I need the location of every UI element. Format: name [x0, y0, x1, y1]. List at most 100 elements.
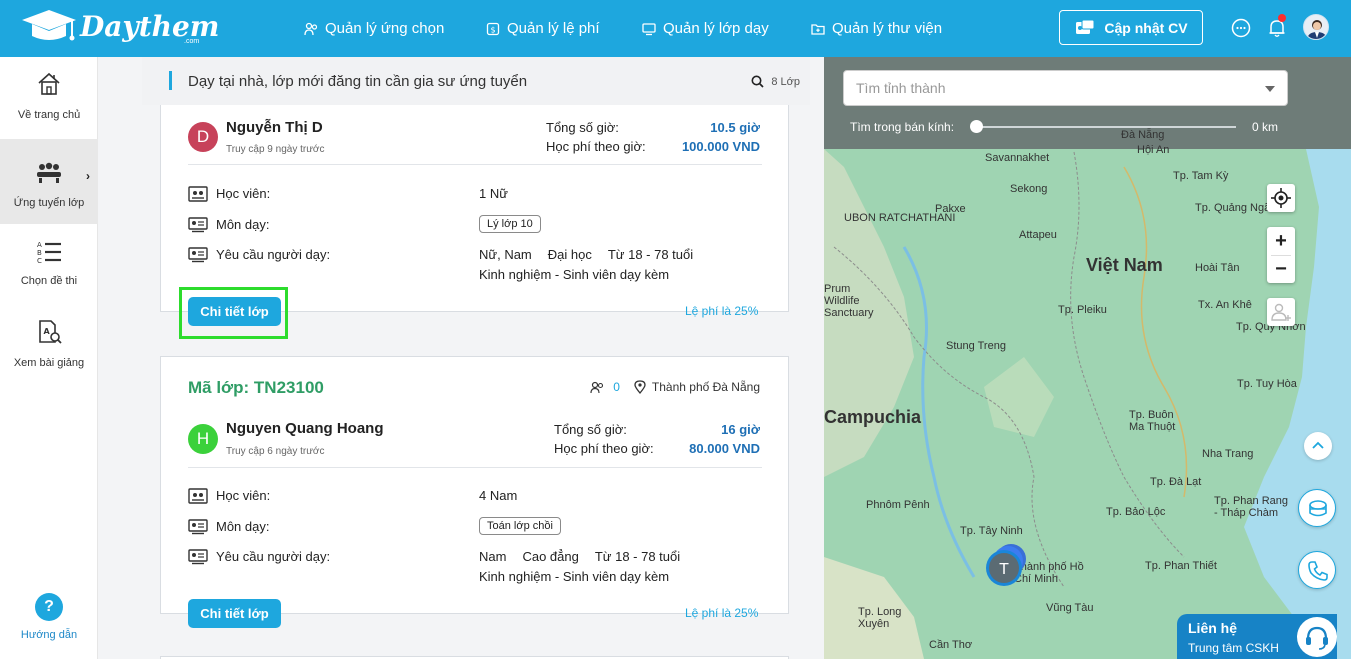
sidebar-item-apply-class[interactable]: › Ứng tuyển lớp	[0, 139, 98, 224]
subject-tag: Toán lớp chồi	[479, 517, 561, 535]
map-place: Tp. Tam Kỳ	[1173, 170, 1229, 182]
map-place: Tp. Tuy Hòa	[1237, 378, 1297, 390]
update-cv-button[interactable]: Cập nhật CV	[1059, 10, 1203, 45]
student-value: 4 Nam	[479, 488, 518, 503]
req-level: Đại học	[547, 247, 592, 262]
req-gender: Nam	[479, 549, 507, 564]
user-avatar[interactable]	[1303, 14, 1329, 40]
svg-text:$: $	[490, 25, 495, 34]
map-place: Tp. Tây Ninh	[960, 525, 1023, 537]
map-marker[interactable]: T	[984, 542, 1028, 592]
sidebar-label: Xem bài giảng	[13, 357, 85, 369]
subject-tag: Lý lớp 10	[479, 215, 541, 233]
monitor-icon	[642, 22, 656, 35]
map-place: Sekong	[1010, 183, 1048, 195]
sidebar-label: Ứng tuyển lớp	[13, 197, 85, 209]
nav-label: Quản lý lớp dạy	[663, 20, 769, 37]
map-place: Đà Nẵng	[1121, 129, 1165, 141]
map-place-country: Việt Nam	[1086, 255, 1163, 275]
map-panel[interactable]: Tìm tỉnh thành Tìm trong bán kính: 0 km …	[824, 57, 1351, 659]
class-count[interactable]: 8 Lớp	[751, 75, 800, 88]
map-place: Hội An	[1137, 144, 1170, 156]
student-icon	[188, 488, 208, 504]
phone-float-button[interactable]	[1298, 551, 1336, 589]
fee-note: Lệ phí là 25%	[685, 304, 759, 318]
sidebar-item-lectures[interactable]: A Xem bài giảng	[0, 319, 98, 389]
nav-item-fees[interactable]: $ Quản lý lệ phí	[486, 0, 600, 57]
abc-list-icon: ABC	[37, 241, 61, 265]
class-card: D Nguyễn Thị D Truy cập 9 ngày trước Tổn…	[160, 77, 789, 326]
teacher-avatar: H	[188, 424, 218, 454]
fee-per-hour-label: Học phí theo giờ:	[546, 139, 646, 154]
contact-widget[interactable]: Liên hệ Trung tâm CSKH	[1177, 614, 1337, 659]
last-access: Truy cập 9 ngày trước	[226, 144, 325, 155]
map-place: Tp. Bảo Lộc	[1106, 506, 1166, 518]
map-place: Nha Trang	[1202, 448, 1254, 460]
req-age: Từ 18 - 78 tuổi	[607, 247, 694, 262]
map-place: Phnôm Pênh	[866, 499, 930, 511]
teacher-name: Nguyen Quang Hoang	[226, 420, 384, 437]
radius-value: 0 km	[1252, 120, 1279, 134]
list-header: Dạy tại nhà, lớp mới đăng tin cần gia sư…	[142, 57, 810, 105]
nav-item-applications[interactable]: Quản lý ứng chọn	[304, 0, 444, 57]
class-detail-button[interactable]: Chi tiết lớp	[188, 599, 281, 628]
total-hours-label: Tổng số giờ:	[546, 120, 619, 135]
map-place: Stung Treng	[946, 340, 1006, 352]
update-cv-label: Cập nhật CV	[1104, 19, 1188, 36]
help-label: Hướng dẫn	[20, 629, 78, 641]
courses-float-button[interactable]	[1298, 489, 1336, 527]
svg-text:T: T	[999, 561, 1009, 578]
applicants-icon	[590, 381, 604, 393]
top-bar: Daythem .com Quản lý ứng chọn $ Quản lý …	[0, 0, 1351, 57]
sidebar-item-exam[interactable]: ABC Chọn đề thi	[0, 239, 98, 309]
home-icon	[38, 72, 60, 95]
crosshair-icon	[1271, 188, 1291, 208]
total-hours-label: Tổng số giờ:	[554, 422, 627, 437]
class-location: Thành phố Đà Nẵng	[651, 380, 760, 394]
class-card: Mã lớp: TN23100 0 Thành phố Đà Nẵng H Ng…	[160, 356, 789, 628]
header-accent	[169, 71, 172, 90]
map-place: Tp. Long Xuyên	[858, 606, 902, 630]
province-select[interactable]: Tìm tỉnh thành	[843, 70, 1288, 106]
class-list: D Nguyễn Thị D Truy cập 9 ngày trước Tổn…	[98, 57, 824, 659]
zoom-out-button[interactable]: −	[1267, 256, 1295, 283]
nav-item-classes[interactable]: Quản lý lớp dạy	[642, 0, 769, 57]
svg-text:A: A	[37, 241, 42, 249]
map-place: Prum Wildlife Sanctuary	[824, 283, 874, 319]
fee-per-hour-value: 80.000 VND	[689, 441, 760, 456]
map-place-country: Campuchia	[824, 407, 922, 427]
total-hours-value: 10.5 giờ	[710, 120, 760, 135]
teacher-req-icon	[188, 549, 208, 565]
phone-icon	[1308, 561, 1328, 581]
map-place: Vũng Tàu	[1046, 602, 1094, 614]
requirement-label: Yêu cầu người dạy:	[216, 549, 331, 564]
radius-label: Tìm trong bán kính:	[850, 120, 955, 134]
chat-icon[interactable]	[1230, 17, 1252, 39]
sidebar: Về trang chủ › Ứng tuyển lớp ABC Chọn đề…	[0, 57, 98, 659]
fee-note: Lệ phí là 25%	[685, 606, 759, 620]
student-label: Học viên:	[216, 186, 271, 201]
applicant-count: 0	[613, 380, 620, 394]
requirement-values: Nam Cao đẳng Từ 18 - 78 tuổi	[479, 549, 696, 564]
street-view-button[interactable]	[1267, 298, 1295, 326]
help-button[interactable]: ? Hướng dẫn	[0, 593, 98, 653]
map-place: Cần Thơ	[929, 639, 973, 651]
sidebar-item-home[interactable]: Về trang chủ	[0, 71, 98, 141]
map-place: Tp. Buôn Ma Thuột	[1129, 409, 1176, 433]
student-icon	[188, 186, 208, 202]
scroll-top-button[interactable]	[1304, 432, 1332, 460]
map-place: UBON RATCHATHANI	[844, 212, 956, 224]
teacher-name: Nguyễn Thị D	[226, 119, 323, 136]
zoom-control: + −	[1267, 227, 1295, 283]
teacher-req-icon	[188, 247, 208, 263]
headset-icon	[1297, 617, 1337, 657]
radius-slider-handle[interactable]	[970, 120, 983, 133]
radius-slider[interactable]	[976, 126, 1236, 128]
zoom-in-button[interactable]: +	[1267, 227, 1295, 255]
logo[interactable]: Daythem .com	[20, 8, 219, 46]
nav-item-library[interactable]: Quản lý thư viện	[811, 0, 942, 57]
svg-text:A: A	[44, 327, 51, 336]
locate-me-button[interactable]	[1267, 184, 1295, 212]
student-value: 1 Nữ	[479, 186, 508, 201]
map-place: Hoài Tân	[1195, 262, 1240, 274]
